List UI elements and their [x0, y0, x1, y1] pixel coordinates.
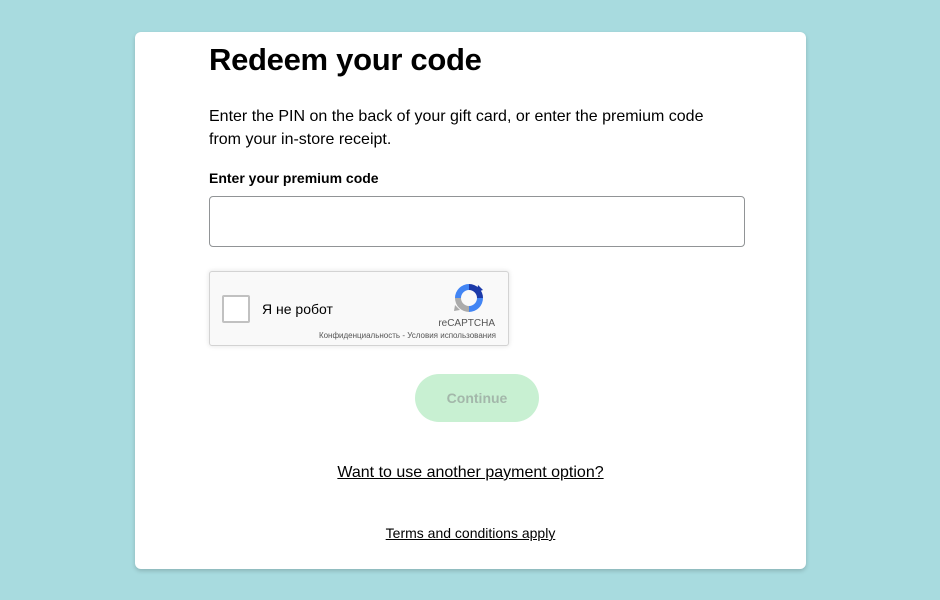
other-payment-link[interactable]: Want to use another payment option?: [337, 464, 603, 481]
code-field-label: Enter your premium code: [209, 170, 379, 186]
recaptcha-checkbox[interactable]: [222, 295, 250, 323]
recaptcha-links: Конфиденциальность - Условия использован…: [319, 331, 496, 340]
recaptcha-terms-link[interactable]: Условия использования: [407, 331, 496, 340]
redeem-card: Redeem your code Enter the PIN on the ba…: [135, 32, 806, 569]
recaptcha-logo-icon: [454, 284, 483, 312]
recaptcha-brand: reCAPTCHA: [438, 318, 495, 329]
terms-container: Terms and conditions apply: [135, 525, 806, 541]
premium-code-input[interactable]: [209, 196, 745, 247]
recaptcha-privacy-link[interactable]: Конфиденциальность: [319, 331, 400, 340]
other-payment-container: Want to use another payment option?: [135, 464, 806, 482]
page-title: Redeem your code: [209, 42, 482, 77]
terms-link[interactable]: Terms and conditions apply: [386, 525, 556, 541]
recaptcha-label: Я не робот: [262, 301, 333, 317]
page-description: Enter the PIN on the back of your gift c…: [209, 108, 704, 148]
continue-button[interactable]: Continue: [415, 374, 539, 422]
recaptcha-widget: Я не робот reCAPTCHA Конфиденциальность …: [209, 271, 509, 346]
